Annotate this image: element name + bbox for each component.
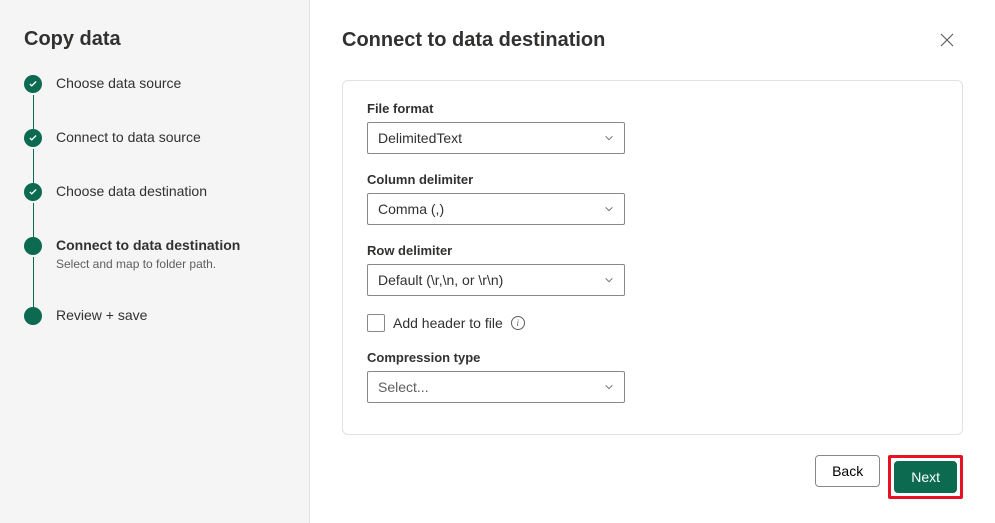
info-icon[interactable]: i [511, 316, 525, 330]
wizard-steps: Choose data source Connect to data sourc… [24, 75, 285, 325]
checkmark-icon [24, 129, 42, 147]
column-delimiter-select[interactable]: Comma (,) [367, 193, 625, 225]
row-delimiter-value: Default (\r,\n, or \r\n) [378, 272, 503, 288]
step-label: Connect to data source [56, 129, 201, 145]
upcoming-step-icon [24, 307, 42, 325]
step-connect-to-data-destination[interactable]: Connect to data destination Select and m… [24, 237, 285, 307]
page-title: Connect to data destination [342, 29, 605, 52]
form-card: File format DelimitedText Column delimit… [342, 80, 963, 435]
chevron-down-icon [604, 382, 614, 392]
close-button[interactable] [931, 24, 963, 56]
chevron-down-icon [604, 133, 614, 143]
file-format-group: File format DelimitedText [367, 101, 938, 154]
compression-select[interactable]: Select... [367, 371, 625, 403]
back-button[interactable]: Back [815, 455, 880, 487]
chevron-down-icon [604, 275, 614, 285]
next-button[interactable]: Next [894, 461, 957, 493]
add-header-row: Add header to file i [367, 314, 938, 332]
main-panel: Connect to data destination File format … [310, 0, 995, 523]
sidebar-title: Copy data [24, 28, 285, 51]
step-sublabel: Select and map to folder path. [56, 257, 240, 271]
column-delimiter-group: Column delimiter Comma (,) [367, 172, 938, 225]
add-header-checkbox[interactable] [367, 314, 385, 332]
close-icon [939, 32, 955, 48]
row-delimiter-select[interactable]: Default (\r,\n, or \r\n) [367, 264, 625, 296]
file-format-value: DelimitedText [378, 130, 462, 146]
file-format-label: File format [367, 101, 938, 116]
compression-group: Compression type Select... [367, 350, 938, 403]
step-label: Choose data destination [56, 183, 207, 199]
file-format-select[interactable]: DelimitedText [367, 122, 625, 154]
row-delimiter-group: Row delimiter Default (\r,\n, or \r\n) [367, 243, 938, 296]
step-label: Connect to data destination [56, 237, 240, 253]
wizard-sidebar: Copy data Choose data source Connect to … [0, 0, 310, 523]
compression-label: Compression type [367, 350, 938, 365]
step-connect-to-data-source[interactable]: Connect to data source [24, 129, 285, 183]
step-choose-data-destination[interactable]: Choose data destination [24, 183, 285, 237]
step-label: Review + save [56, 307, 147, 323]
current-step-icon [24, 237, 42, 255]
compression-placeholder: Select... [378, 379, 429, 395]
column-delimiter-value: Comma (,) [378, 201, 444, 217]
chevron-down-icon [604, 204, 614, 214]
checkmark-icon [24, 75, 42, 93]
step-label: Choose data source [56, 75, 181, 91]
column-delimiter-label: Column delimiter [367, 172, 938, 187]
step-choose-data-source[interactable]: Choose data source [24, 75, 285, 129]
footer: Back Next [342, 435, 963, 499]
step-review-save[interactable]: Review + save [24, 307, 285, 325]
next-button-highlight: Next [888, 455, 963, 499]
main-header: Connect to data destination [342, 24, 963, 56]
add-header-label: Add header to file [393, 315, 503, 331]
checkmark-icon [24, 183, 42, 201]
row-delimiter-label: Row delimiter [367, 243, 938, 258]
